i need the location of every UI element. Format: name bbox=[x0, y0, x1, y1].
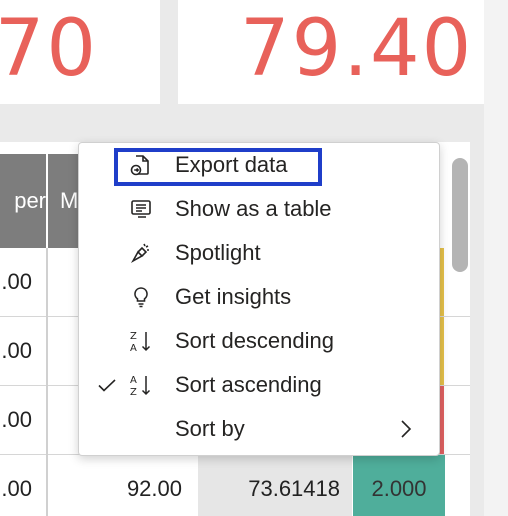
context-menu: Export data Show as a table Spotlight Ge… bbox=[78, 142, 440, 456]
svg-text:Z: Z bbox=[130, 387, 137, 397]
menu-item-sort-by[interactable]: Sort by bbox=[79, 407, 439, 451]
table-cell: .00 bbox=[1, 269, 32, 294]
table-cell: .00 bbox=[1, 407, 32, 432]
menu-item-sort-ascending[interactable]: A Z Sort ascending bbox=[79, 363, 439, 407]
menu-item-label: Get insights bbox=[175, 284, 292, 309]
spotlight-icon bbox=[129, 241, 153, 265]
column-header[interactable]: per bbox=[0, 154, 46, 248]
column-divider bbox=[46, 248, 48, 516]
menu-item-label: Sort by bbox=[175, 416, 245, 441]
sort-descending-icon: Z A bbox=[129, 329, 153, 353]
menu-item-label: Spotlight bbox=[175, 240, 261, 265]
table-cell: .00 bbox=[1, 338, 32, 363]
chevron-right-icon bbox=[393, 417, 417, 441]
menu-item-label: Show as a table bbox=[175, 196, 332, 221]
table-row: .00 92.00 73.61418 2.000 bbox=[0, 455, 470, 516]
menu-item-label: Sort descending bbox=[175, 328, 334, 353]
kpi-value-left: .70 bbox=[0, 4, 98, 94]
highlight-box bbox=[114, 148, 322, 186]
vertical-scrollbar[interactable] bbox=[452, 158, 468, 272]
kpi-value-right: 79.40 bbox=[240, 4, 474, 94]
svg-text:A: A bbox=[130, 343, 137, 353]
menu-item-sort-descending[interactable]: Z A Sort descending bbox=[79, 319, 439, 363]
lightbulb-icon bbox=[129, 285, 153, 309]
sort-ascending-icon: A Z bbox=[129, 373, 153, 397]
menu-item-spotlight[interactable]: Spotlight bbox=[79, 231, 439, 275]
kpi-card-right: 79.40 bbox=[178, 0, 484, 104]
kpi-card-left: .70 bbox=[0, 0, 160, 104]
table-cell-badge: 2.000 bbox=[353, 455, 445, 516]
menu-item-show-as-table[interactable]: Show as a table bbox=[79, 187, 439, 231]
table-cell: .00 bbox=[1, 476, 32, 501]
menu-item-get-insights[interactable]: Get insights bbox=[79, 275, 439, 319]
checkmark-icon bbox=[95, 373, 119, 397]
table-cell: 73.61418 bbox=[198, 455, 352, 516]
svg-text:Z: Z bbox=[130, 331, 137, 342]
column-header[interactable]: M bbox=[48, 154, 78, 248]
table-view-icon bbox=[129, 197, 153, 221]
menu-item-export-data[interactable]: Export data bbox=[79, 143, 439, 187]
canvas-edge bbox=[484, 0, 508, 516]
table-cell: 92.00 bbox=[126, 476, 182, 501]
menu-item-label: Sort ascending bbox=[175, 372, 322, 397]
svg-text:A: A bbox=[130, 375, 137, 386]
